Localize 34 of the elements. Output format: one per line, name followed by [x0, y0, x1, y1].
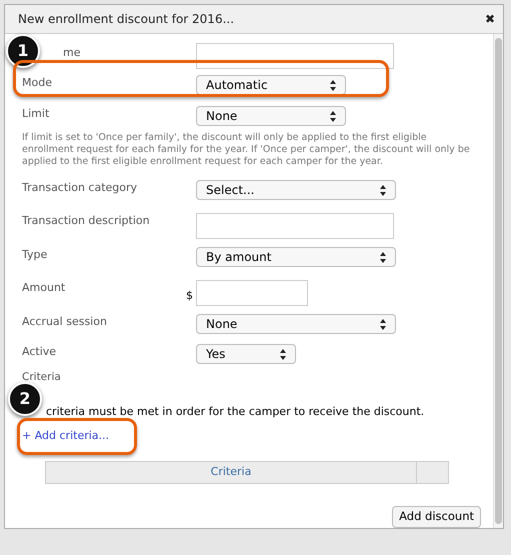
- amount-field[interactable]: [196, 280, 308, 306]
- currency-symbol: $: [186, 288, 193, 304]
- updown-icon: [380, 252, 386, 262]
- updown-icon: [380, 184, 386, 196]
- select-dropdown[interactable]: By amount: [196, 247, 396, 267]
- field-label: Type: [22, 247, 48, 263]
- select-dropdown[interactable]: Yes: [196, 344, 296, 364]
- select-dropdown[interactable]: Select...: [196, 180, 396, 200]
- close-button[interactable]: ✖: [484, 10, 495, 28]
- help-text: If limit is set to 'Once per family', the discount will only be applied to the first eligible enrollment request for each family for the year. If 'Once per camper', the discount will only be applied to the first eligible enrollment request for each camper for the year.: [22, 132, 471, 168]
- column-header: Criteria: [46, 462, 417, 483]
- field-label: Transaction description: [22, 213, 151, 229]
- scrollbar-thumb[interactable]: [495, 38, 502, 524]
- field-label: Amount: [22, 280, 66, 296]
- updown-icon: [330, 110, 336, 122]
- callout-badge: 2: [8, 382, 42, 416]
- select-dropdown[interactable]: None: [196, 314, 396, 334]
- add-criteria-link[interactable]: + Add criteria...: [22, 428, 110, 445]
- field-label: Transaction category: [22, 180, 138, 196]
- field-label: Limit: [22, 106, 50, 122]
- updown-icon: [280, 348, 286, 360]
- field-label: me: [63, 45, 82, 61]
- field-label: Mode: [22, 75, 53, 91]
- field-label: Active: [22, 344, 58, 360]
- field-label: Accrual session: [22, 314, 108, 330]
- updown-icon: [380, 318, 386, 330]
- criteria-note: criteria must be met in order for the camper to receive the discount.: [45, 404, 426, 420]
- dialog-title: New enrollment discount for 2016...: [18, 11, 234, 28]
- select-dropdown[interactable]: Automatic: [196, 75, 346, 95]
- add-discount-button[interactable]: Add discount: [392, 506, 481, 528]
- callout-badge: 1: [6, 34, 40, 68]
- select-dropdown[interactable]: None: [196, 106, 346, 126]
- updown-icon: [330, 80, 336, 90]
- text-field[interactable]: [196, 213, 394, 239]
